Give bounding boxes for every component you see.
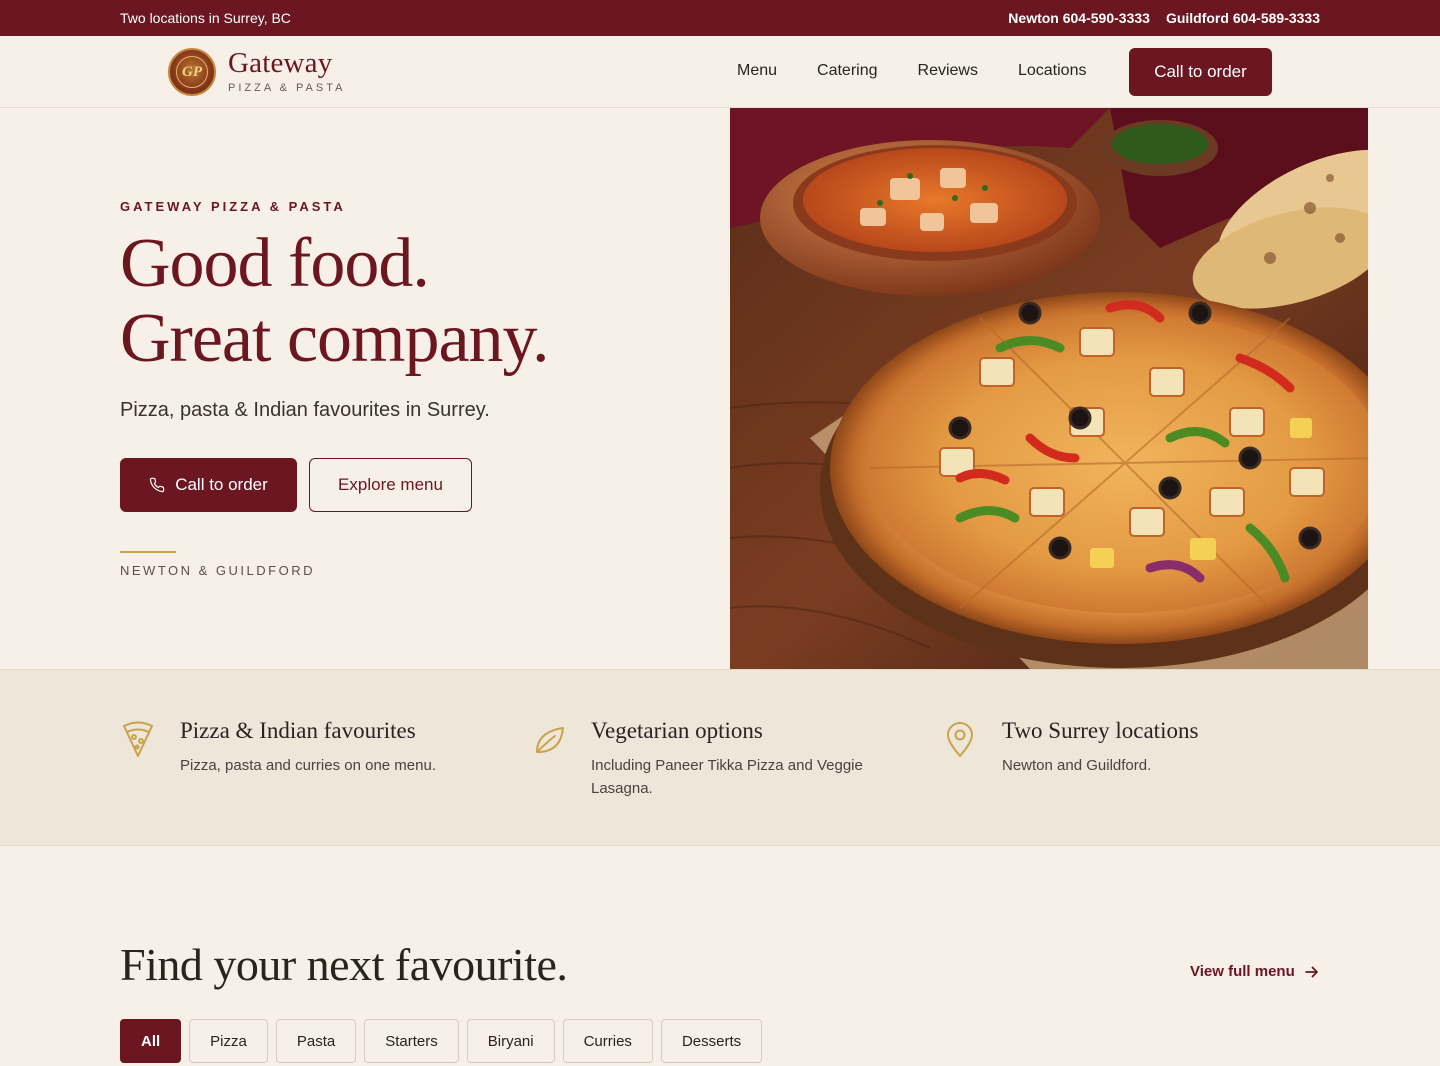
phone-icon (149, 477, 165, 493)
tab-pasta[interactable]: Pasta (275, 1019, 357, 1063)
feature-title: Vegetarian options (591, 718, 763, 743)
topbar-phones: Newton 604-590-3333 Guildford 604-589-33… (1008, 10, 1320, 26)
feature-title: Pizza & Indian favourites (180, 718, 416, 743)
hero-subtitle: Pizza, pasta & Indian favourites in Surr… (120, 399, 490, 421)
arrow-right-icon (1304, 966, 1318, 977)
view-full-menu-label: View full menu (1190, 963, 1295, 980)
accent-divider (120, 551, 176, 553)
feature-desc: Newton and Guildford. (1002, 757, 1152, 774)
tab-all[interactable]: All (120, 1019, 182, 1063)
topbar-tagline: Two locations in Surrey, BC (120, 10, 291, 26)
hero-title: Good food. Great company. (120, 226, 549, 376)
brand-subtitle: PIZZA & PASTA (228, 82, 346, 94)
logo-seal-icon[interactable]: GP (168, 48, 216, 96)
nav-item-menu[interactable]: Menu (737, 62, 777, 80)
tab-curries[interactable]: Curries (562, 1019, 653, 1063)
locations-tag: NEWTON & GUILDFORD (120, 563, 315, 578)
map-pin-icon (947, 722, 973, 757)
feature-desc: Including Paneer Tikka Pizza and Veggie … (591, 757, 863, 797)
nav-item-catering[interactable]: Catering (817, 62, 877, 80)
hero-title-line-1: Good food. (120, 225, 430, 302)
main-nav: Menu Catering Reviews Locations (737, 62, 1086, 80)
feature-title: Two Surrey locations (1002, 718, 1199, 743)
phone-link-newton[interactable]: Newton 604-590-3333 (1008, 10, 1150, 26)
menu-section-title: Find your next favourite. (120, 939, 568, 990)
tab-pizza[interactable]: Pizza (189, 1019, 268, 1063)
site-header: GP Gateway PIZZA & PASTA Menu Catering R… (0, 36, 1440, 108)
header-call-button[interactable]: Call to order (1129, 48, 1272, 96)
hero-food-image (730, 108, 1368, 669)
features-band: Pizza & Indian favourites Pizza, pasta a… (0, 669, 1440, 846)
menu-category-tabs: All Pizza Pasta Starters Biryani Curries… (120, 1019, 763, 1063)
phone-link-guildford[interactable]: Guildford 604-589-3333 (1166, 10, 1320, 26)
tab-biryani[interactable]: Biryani (466, 1019, 555, 1063)
logo-monogram: GP (176, 56, 208, 88)
view-full-menu-link[interactable]: View full menu (1190, 963, 1319, 980)
nav-item-reviews[interactable]: Reviews (918, 62, 978, 80)
pizza-slice-icon (123, 721, 153, 757)
hero-eyebrow: GATEWAY PIZZA & PASTA (120, 199, 346, 214)
hero-title-line-2: Great company. (120, 300, 549, 377)
hero-call-label: Call to order (175, 475, 268, 494)
tab-desserts[interactable]: Desserts (660, 1019, 763, 1063)
feature-desc: Pizza, pasta and curries on one menu. (180, 757, 436, 774)
hero-call-button[interactable]: Call to order (120, 458, 297, 512)
tab-starters[interactable]: Starters (364, 1019, 459, 1063)
top-bar: Two locations in Surrey, BC Newton 604-5… (0, 0, 1440, 36)
brand-name[interactable]: Gateway (228, 47, 332, 80)
explore-menu-button[interactable]: Explore menu (309, 458, 472, 512)
leaf-icon (536, 727, 564, 753)
nav-item-locations[interactable]: Locations (1018, 62, 1087, 80)
pizza-curry-illustration (730, 108, 1368, 669)
